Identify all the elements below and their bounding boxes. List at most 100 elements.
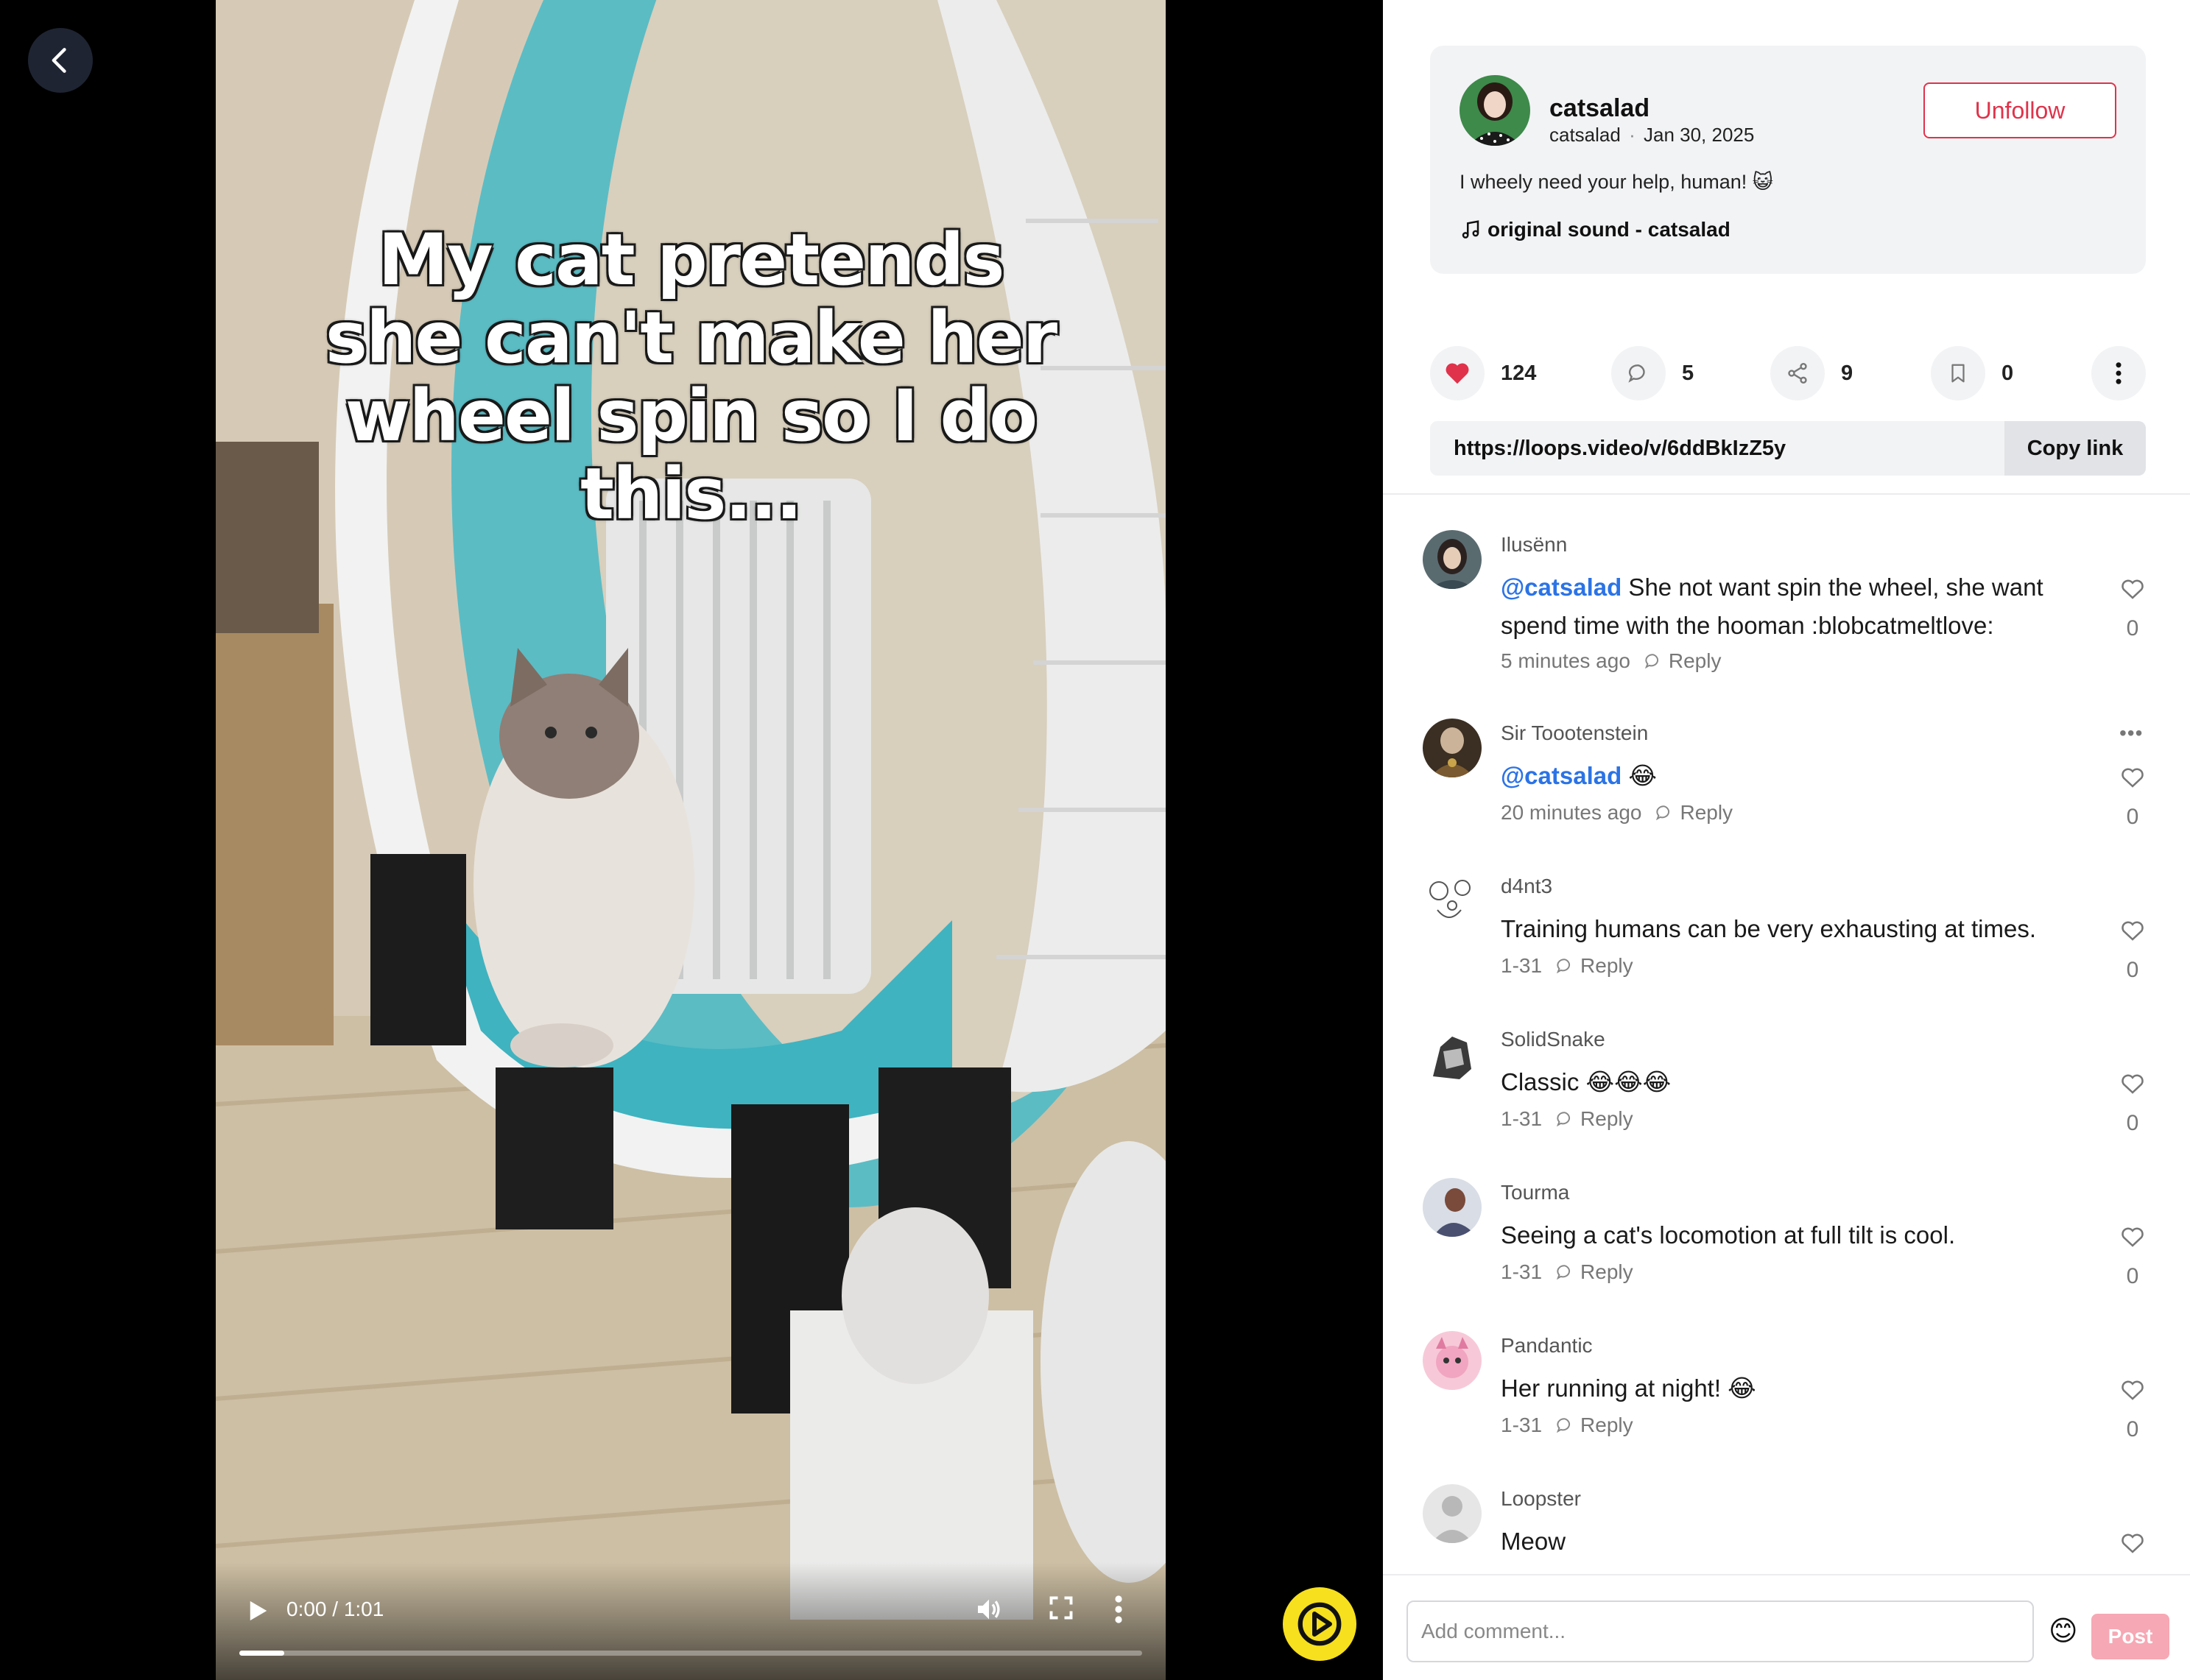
comment-text: Classic 😂😂😂 [1501,1068,1672,1095]
comment-body: 😂 [1622,762,1657,789]
comment-username[interactable]: Tourma [1501,1181,1569,1204]
reply-button[interactable]: Reply [1555,1107,1633,1131]
heart-outline-icon [2122,1533,2144,1553]
reply-icon [1556,1418,1571,1433]
comment-username[interactable]: SolidSnake [1501,1028,1605,1051]
music-note-icon [1462,220,1479,239]
video-more-button[interactable] [1114,1595,1136,1627]
comment-button[interactable] [1611,346,1666,400]
like-button[interactable] [1430,346,1485,400]
avatar-image [1423,530,1482,589]
reply-button[interactable]: Reply [1555,954,1633,978]
comment-username[interactable]: Sir Toootenstein [1501,721,1648,745]
comment-text: @catsalad She not want spin the wheel, s… [1501,568,2090,645]
sound-link[interactable]: original sound - catsalad [1460,218,1730,241]
comment-meta: 5 minutes ago Reply [1501,649,1721,673]
post-button[interactable]: Post [2091,1614,2169,1659]
comment-meta: 20 minutes ago Reply [1501,801,1733,825]
comment-like[interactable]: 0 [2116,1224,2149,1289]
avatar-image [1423,1178,1482,1237]
comment-action[interactable]: 5 [1611,346,1694,400]
comment-time: 20 minutes ago [1501,801,1642,824]
comment-avatar[interactable] [1423,1025,1482,1084]
comment-avatar[interactable] [1423,719,1482,777]
comment-composer: 😊 Post [1383,1574,2190,1680]
bookmark-icon [1951,364,1965,383]
comment-like-count: 0 [2126,1111,2139,1135]
heart-icon [1446,363,1469,384]
back-arrow-icon [52,48,66,73]
comment-time: 1-31 [1501,1413,1543,1436]
reply-label: Reply [1580,954,1633,977]
comment-like-count: 0 [2126,958,2139,982]
unfollow-button[interactable]: Unfollow [1923,82,2116,138]
reply-button[interactable]: Reply [1655,801,1733,825]
more-vertical-icon [1115,1595,1122,1623]
comment-avatar[interactable] [1423,1484,1482,1543]
comment-time: 1-31 [1501,954,1543,977]
comment-avatar[interactable] [1423,1331,1482,1390]
video-progress-bar[interactable] [239,1651,1142,1656]
back-button[interactable] [28,28,93,93]
comment-like-count: 0 [2126,1417,2139,1441]
bookmark-button[interactable] [1931,346,1985,400]
comment-text: Seeing a cat's locomotion at full tilt i… [1501,1221,1956,1249]
comment-avatar[interactable] [1423,530,1482,589]
reply-label: Reply [1580,1107,1633,1130]
comments-list[interactable]: Ilusënn @catsalad She not want spin the … [1383,495,2190,1574]
heart-outline-icon [2122,1227,2144,1247]
video-player[interactable]: My cat pretends she can't make her wheel… [216,0,1166,1680]
comment-username[interactable]: d4nt3 [1501,875,1552,898]
volume-button[interactable] [974,1595,1011,1627]
comment-like[interactable] [2116,1530,2149,1560]
share-link-url[interactable]: https://loops.video/v/6ddBkIzZ5y [1454,421,1786,476]
comment-avatar[interactable] [1423,1178,1482,1237]
comment-username[interactable]: Pandantic [1501,1334,1593,1358]
like-action[interactable]: 124 [1430,346,1536,400]
copy-link-button[interactable]: Copy link [2004,421,2146,476]
comment-like[interactable]: 0 [2116,576,2149,641]
share-button[interactable] [1770,346,1825,400]
reply-icon [1656,805,1670,821]
bookmark-action[interactable]: 0 [1931,346,2013,400]
comment-time: 1-31 [1501,1107,1543,1130]
reply-icon [1556,1265,1571,1280]
comment-time: 5 minutes ago [1501,649,1630,672]
comment-username[interactable]: Ilusënn [1501,533,1567,557]
comment-like[interactable]: 0 [2116,917,2149,983]
play-button[interactable] [242,1595,275,1627]
comment-mention[interactable]: @catsalad [1501,573,1622,601]
comment-mention[interactable]: @catsalad [1501,762,1622,789]
loops-logo[interactable] [1283,1587,1356,1661]
comment-like[interactable]: 0 [2116,1070,2149,1136]
comment-like[interactable]: 0 [2116,1377,2149,1442]
reply-button[interactable]: Reply [1555,1260,1633,1284]
author-handle[interactable]: catsalad [1549,124,1621,146]
comment-text: @catsalad 😂 [1501,757,2090,795]
comment-input[interactable] [1406,1600,2034,1662]
author-avatar[interactable] [1460,75,1530,146]
emoji-button[interactable]: 😊 [2049,1614,2084,1649]
author-name[interactable]: catsalad [1549,94,1649,123]
comment-avatar[interactable] [1423,872,1482,931]
comment-text: Training humans can be very exhausting a… [1501,915,2036,942]
reply-icon [1556,1112,1571,1127]
meta-separator: · [1629,124,1636,146]
comment-username[interactable]: Loopster [1501,1487,1581,1511]
share-action[interactable]: 9 [1770,346,1853,400]
details-panel: catsalad catsalad · Jan 30, 2025 Unfollo… [1383,0,2190,1680]
comment-like[interactable]: 0 [2116,764,2149,830]
more-actions-button[interactable] [2091,346,2146,400]
reply-button[interactable]: Reply [1555,1413,1633,1437]
reply-button[interactable]: Reply [1644,649,1721,673]
sound-name: original sound - catsalad [1487,218,1730,241]
fullscreen-button[interactable] [1048,1595,1080,1627]
comment-more-button[interactable]: ••• [2119,721,2143,745]
author-avatar-image [1460,75,1530,146]
like-count: 124 [1501,361,1537,385]
reply-icon [1556,959,1571,974]
reply-label: Reply [1680,801,1733,824]
comment-icon [1628,364,1645,383]
share-count: 9 [1841,361,1853,385]
heart-outline-icon [2122,921,2144,941]
